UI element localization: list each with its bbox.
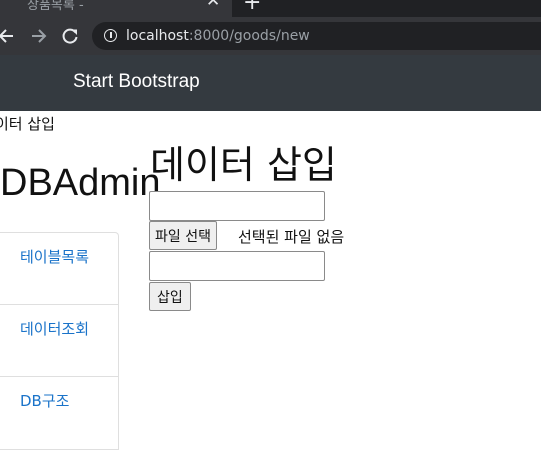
browser-toolbar: localhost:8000/goods/new [0, 17, 541, 55]
close-icon[interactable]: ✕ [206, 0, 220, 11]
new-tab-icon[interactable]: + [243, 0, 261, 15]
info-icon[interactable] [104, 29, 117, 42]
url-text[interactable]: localhost:8000/goods/new [126, 28, 310, 44]
back-arrow-icon[interactable] [0, 26, 16, 46]
page-heading-small: 이터 삽입 [0, 115, 55, 133]
site-navbar: Start Bootstrap [0, 55, 541, 111]
sidebar-item-db-structure[interactable]: DB구조 [0, 377, 118, 449]
text-field-1[interactable] [149, 191, 325, 221]
sidebar-item-data-view[interactable]: 데이터조회 [0, 305, 118, 377]
file-select-button[interactable]: 파일 선택 [149, 221, 217, 250]
sidebar-menu: 테이블목록 데이터조회 DB구조 [0, 232, 119, 450]
tab-title: 상품목록 - [27, 0, 84, 13]
reload-icon[interactable] [60, 26, 80, 46]
file-status-text: 선택된 파일 없음 [238, 228, 345, 246]
insert-button[interactable]: 삽입 [149, 282, 191, 311]
url-host: localhost [126, 28, 189, 44]
text-field-2[interactable] [149, 251, 325, 281]
address-bar[interactable]: localhost:8000/goods/new [92, 22, 541, 50]
navbar-brand[interactable]: Start Bootstrap [73, 71, 200, 93]
forward-arrow-icon[interactable] [29, 26, 47, 46]
browser-tabstrip: 상품목록 - ✕ + [0, 0, 541, 17]
browser-tab[interactable]: 상품목록 - ✕ [0, 0, 232, 17]
sidebar-item-table-list[interactable]: 테이블목록 [0, 233, 118, 305]
sidebar-title: DBAdmin [0, 162, 161, 204]
page-title: 데이터 삽입 [150, 143, 337, 187]
url-path: :8000/goods/new [188, 28, 310, 44]
